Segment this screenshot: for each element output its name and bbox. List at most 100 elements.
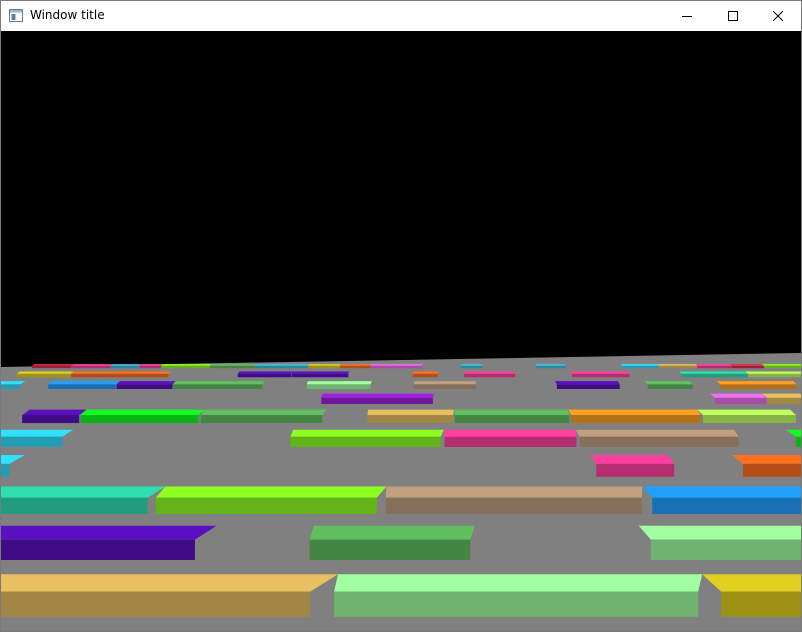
wall-side [1, 436, 63, 447]
wall-top [370, 364, 423, 366]
wall-side [367, 415, 454, 424]
wall-side [622, 365, 659, 369]
wall-side [291, 373, 349, 378]
wall-top [334, 574, 703, 592]
wall-side [290, 436, 441, 447]
wall-side [412, 373, 438, 378]
wall-side [173, 384, 263, 389]
wall-side [767, 397, 801, 405]
wall-side [464, 373, 516, 378]
minimize-icon [682, 16, 692, 17]
wall-top [110, 364, 141, 366]
wall-top [237, 371, 293, 374]
wall-side [16, 373, 71, 378]
wall-top [642, 486, 801, 498]
wall-side [71, 365, 111, 369]
wall-top [638, 525, 801, 540]
wall-top [745, 371, 801, 374]
close-button[interactable] [755, 1, 801, 31]
wall-top [460, 364, 483, 366]
wall-side [210, 365, 255, 369]
wall-side [460, 365, 483, 369]
wall-top [385, 486, 643, 498]
wall-side [385, 497, 642, 514]
wall-top [340, 364, 371, 366]
wall-side [334, 591, 699, 617]
wall-side [22, 415, 80, 424]
wall-top [716, 381, 797, 385]
wall-side [1, 497, 148, 514]
wall-side [139, 365, 161, 369]
wall-top [568, 409, 701, 416]
wall-top [575, 429, 739, 437]
wall-side [647, 384, 693, 389]
wall-top [1, 429, 74, 437]
wall-top [620, 364, 659, 366]
wall-top [732, 455, 801, 464]
wall-side [110, 365, 140, 369]
wall-top [590, 455, 675, 464]
wall-top [139, 364, 163, 366]
wall-top [414, 381, 476, 385]
wall-side [237, 373, 292, 378]
wall-top [155, 486, 387, 498]
wall-side [340, 365, 371, 369]
wall-side [116, 384, 173, 389]
wall-top [710, 393, 767, 398]
wall-top [367, 409, 454, 416]
wall-top [173, 381, 265, 385]
wall-top [290, 429, 444, 437]
wall-top [443, 429, 577, 437]
wall-side [697, 365, 732, 369]
wall-side [370, 365, 423, 369]
wall-top [535, 364, 567, 366]
wall-side [703, 415, 797, 424]
maze-scene [1, 31, 801, 631]
wall-top [762, 364, 801, 366]
wall-top [80, 409, 205, 416]
wall-top [1, 486, 166, 498]
wall-side [742, 463, 801, 477]
close-icon [773, 11, 783, 21]
wall-side [71, 373, 103, 378]
app-window: Window title [0, 0, 802, 632]
window-title: Window title [30, 8, 105, 22]
wall-side [161, 365, 210, 369]
wall-side [764, 365, 801, 369]
wall-side [80, 415, 199, 424]
wall-top [291, 371, 350, 374]
render-viewport[interactable] [1, 31, 801, 631]
minimize-button[interactable] [664, 1, 710, 31]
wall-top [200, 409, 327, 416]
wall-side [255, 365, 308, 369]
title-bar[interactable]: Window title [1, 1, 801, 31]
wall-side [681, 373, 748, 378]
wall-top [306, 381, 372, 385]
wall-top [644, 381, 693, 385]
wall-side [102, 373, 169, 378]
wall-top [71, 371, 106, 374]
wall-side [536, 365, 567, 369]
wall-side [652, 497, 801, 514]
wall-top [463, 371, 516, 374]
wall-top [22, 409, 87, 416]
wall-side [721, 591, 801, 617]
wall-side [731, 365, 765, 369]
wall-top [116, 381, 176, 385]
wall-top [761, 393, 801, 398]
wall-side [571, 415, 701, 424]
wall-side [308, 365, 340, 369]
wall-side [596, 463, 675, 477]
wall-side [1, 384, 21, 389]
maximize-button[interactable] [710, 1, 756, 31]
wall-side [454, 415, 570, 424]
wall-side [658, 365, 698, 369]
sky [1, 31, 801, 366]
wall-top [321, 393, 435, 398]
wall-side [1, 591, 311, 617]
wall-side [309, 539, 471, 560]
wall-side [414, 384, 476, 389]
wall-top [1, 525, 217, 540]
wall-side [444, 436, 577, 447]
wall-top [71, 364, 113, 366]
